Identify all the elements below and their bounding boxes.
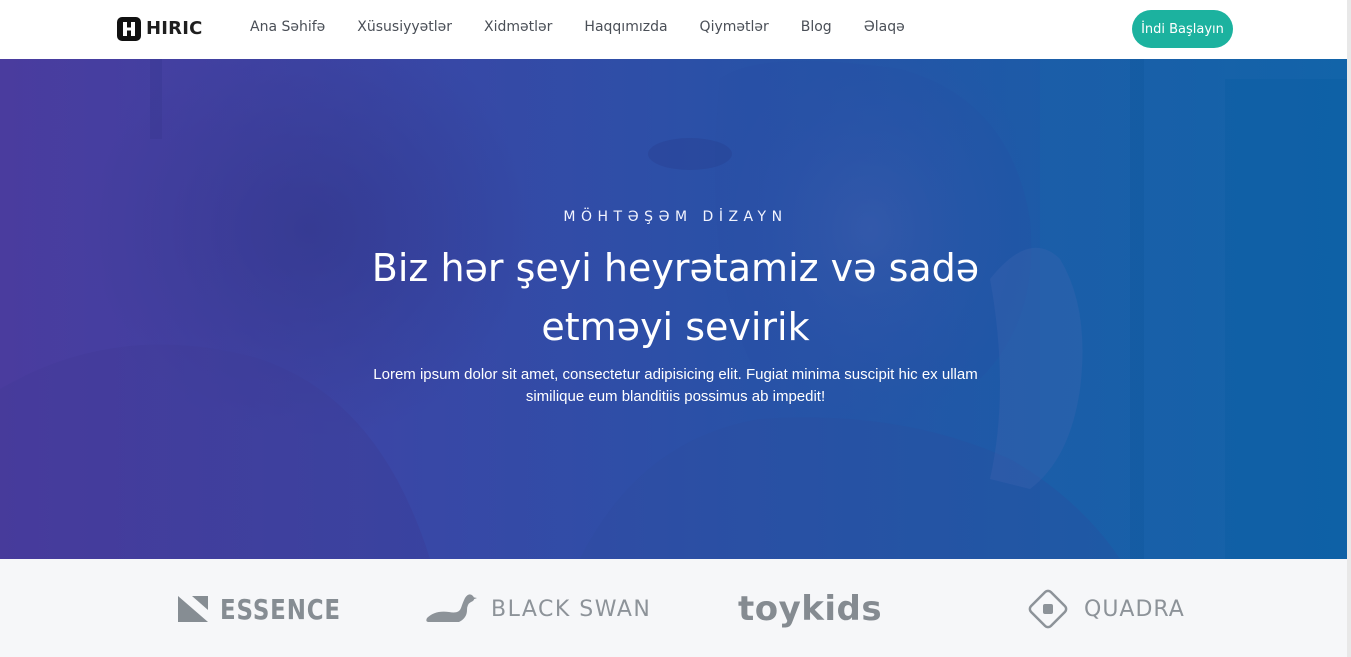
quadra-logo-icon	[1028, 589, 1068, 629]
nav-item-features[interactable]: Xüsusiyyətlər	[357, 19, 452, 35]
hero-content: MÖHTƏŞƏM DİZAYN Biz hər şeyi heyrətamiz …	[0, 59, 1351, 559]
nav-item-contact[interactable]: Əlaqə	[864, 19, 905, 35]
partner-name: QUADRA	[1084, 596, 1185, 622]
swan-logo-icon	[426, 594, 477, 622]
hero-section: MÖHTƏŞƏM DİZAYN Biz hər şeyi heyrətamiz …	[0, 59, 1351, 559]
nav-item-about[interactable]: Haqqımızda	[584, 19, 667, 35]
get-started-button[interactable]: İndi Başlayın	[1132, 10, 1233, 48]
main-nav: Ana Səhifə Xüsusiyyətlər Xidmətlər Haqqı…	[250, 19, 937, 35]
nav-item-blog[interactable]: Blog	[801, 19, 832, 35]
partner-name: ESSENCE	[220, 592, 341, 626]
top-navbar: HIRIC Ana Səhifə Xüsusiyyətlər Xidmətlər…	[0, 0, 1351, 59]
brand-name: HIRIC	[146, 18, 203, 39]
nav-item-services[interactable]: Xidmətlər	[484, 19, 552, 35]
hero-title: Biz hər şeyi heyrətamiz və sadə etməyi s…	[371, 246, 980, 349]
partner-name: toykids	[738, 589, 883, 629]
hero-eyebrow: MÖHTƏŞƏM DİZAYN	[563, 209, 788, 225]
partner-logos-strip: ESSENCE BLACK SWAN toykids QUADRA	[0, 559, 1351, 657]
partner-toykids: toykids	[738, 584, 882, 634]
brand-logo[interactable]: HIRIC	[117, 16, 203, 41]
partner-essence: ESSENCE	[178, 584, 367, 634]
page-scrollbar[interactable]	[1347, 0, 1351, 657]
nav-item-pricing[interactable]: Qiymətlər	[700, 19, 769, 35]
nav-item-home[interactable]: Ana Səhifə	[250, 19, 325, 35]
essence-logo-icon	[178, 596, 208, 622]
partner-name: BLACK SWAN	[491, 596, 652, 622]
partner-black-swan: BLACK SWAN	[425, 584, 651, 634]
partner-quadra: QUADRA	[1024, 584, 1185, 634]
h-logo-icon	[117, 16, 141, 41]
hero-subtitle: Lorem ipsum dolor sit amet, consectetur …	[373, 366, 978, 405]
